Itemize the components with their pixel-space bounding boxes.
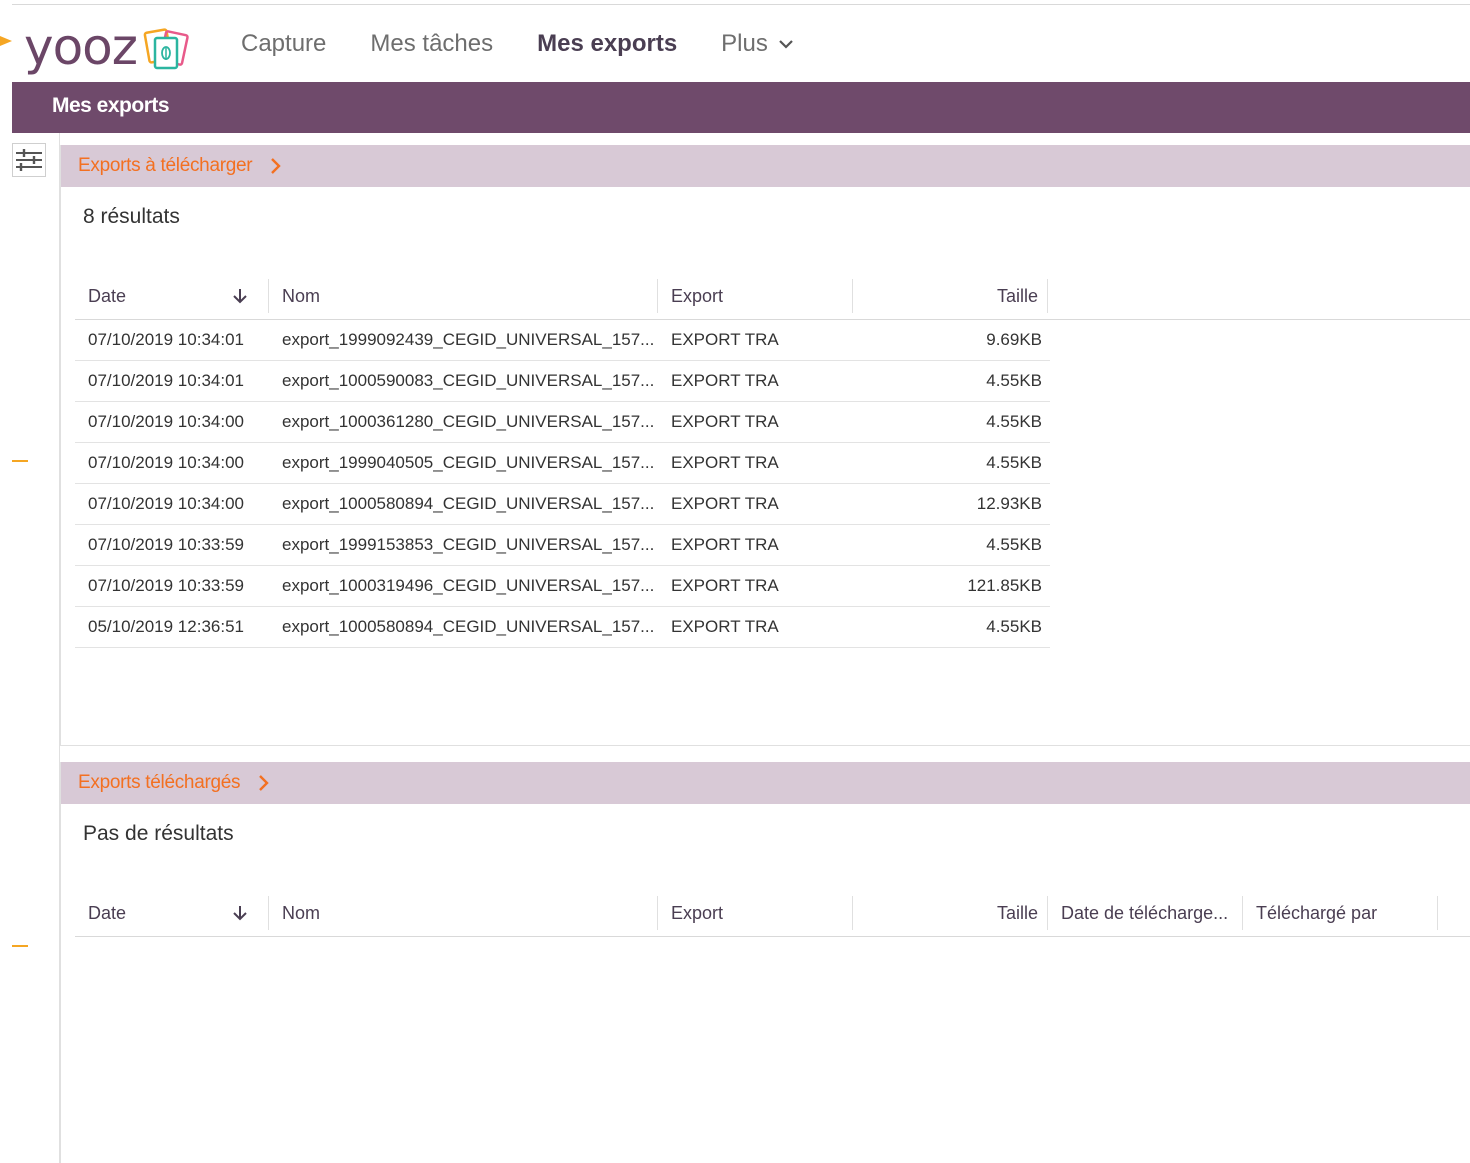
cell-export: EXPORT TRA: [671, 330, 779, 349]
left-rail: [12, 133, 60, 1163]
column-export[interactable]: Export: [658, 895, 853, 930]
top-divider: [12, 4, 1470, 5]
table-header: Date Nom Export Taille: [75, 272, 1470, 320]
nav-plus-label: Plus: [721, 30, 768, 57]
column-taille[interactable]: Taille: [853, 278, 1048, 313]
column-nom[interactable]: Nom: [269, 278, 658, 313]
side-marker: [12, 460, 28, 462]
cell-date: 07/10/2019 10:34:00: [88, 412, 244, 431]
cell-nom: export_1000580894_CEGID_UNIVERSAL_157...: [282, 617, 655, 636]
table-row[interactable]: 07/10/2019 10:34:00 export_1999040505_CEG…: [75, 443, 1050, 484]
main-nav: Capture Mes tâches Mes exports Plus: [241, 30, 838, 58]
section-title: Exports téléchargés: [78, 772, 241, 793]
exports-downloaded-section: Exports téléchargés Pas de résultats Dat…: [60, 762, 1470, 1163]
exports-downloaded-header[interactable]: Exports téléchargés: [61, 762, 1470, 804]
cell-taille: 4.55KB: [986, 412, 1042, 431]
cell-export: EXPORT TRA: [671, 453, 779, 472]
pointer-marker: [0, 36, 12, 46]
chevron-down-icon: [779, 40, 793, 49]
section-title: Exports à télécharger: [78, 155, 253, 176]
column-label: Date: [88, 285, 127, 306]
table-row[interactable]: 07/10/2019 10:33:59 export_1999153853_CEG…: [75, 525, 1050, 566]
exports-to-download-table: Date Nom Export Taille 07/10/2019 10:34:…: [75, 272, 1470, 648]
cell-nom: export_1999092439_CEGID_UNIVERSAL_157...: [282, 330, 655, 349]
logo-text: yooz: [24, 18, 138, 76]
column-label: Date: [88, 902, 127, 923]
chevron-right-icon: [271, 158, 281, 174]
cell-nom: export_1000319496_CEGID_UNIVERSAL_157...: [282, 576, 655, 595]
page-header: Mes exports: [12, 82, 1470, 133]
side-marker: [12, 945, 28, 947]
yooz-logo[interactable]: yooz: [24, 20, 189, 80]
page-title: Mes exports: [52, 94, 170, 117]
cell-taille: 4.55KB: [986, 617, 1042, 636]
cell-export: EXPORT TRA: [671, 371, 779, 390]
cell-taille: 4.55KB: [986, 371, 1042, 390]
filter-button[interactable]: [12, 143, 46, 177]
table-row[interactable]: 07/10/2019 10:34:01 export_1000590083_CEG…: [75, 361, 1050, 402]
table-header: Date Nom Export Taille Date de télécharg…: [75, 889, 1470, 937]
column-export[interactable]: Export: [658, 278, 853, 313]
cell-date: 07/10/2019 10:34:00: [88, 453, 244, 472]
cell-date: 07/10/2019 10:33:59: [88, 576, 244, 595]
table-row[interactable]: 07/10/2019 10:34:01 export_1999092439_CEG…: [75, 320, 1050, 361]
cell-taille: 121.85KB: [967, 576, 1042, 595]
cell-nom: export_1999153853_CEGID_UNIVERSAL_157...: [282, 535, 655, 554]
cell-taille: 12.93KB: [976, 494, 1042, 513]
cell-date: 07/10/2019 10:33:59: [88, 535, 244, 554]
nav-capture[interactable]: Capture: [241, 30, 326, 58]
arrow-down-icon[interactable]: [232, 287, 248, 305]
cell-date: 07/10/2019 10:34:01: [88, 371, 244, 390]
cell-taille: 4.55KB: [986, 453, 1042, 472]
cell-date: 07/10/2019 10:34:01: [88, 330, 244, 349]
table-row[interactable]: 07/10/2019 10:34:00 export_1000361280_CEG…: [75, 402, 1050, 443]
nav-plus-menu[interactable]: Plus: [721, 30, 794, 58]
column-download-date[interactable]: Date de télécharge...: [1048, 895, 1243, 930]
exports-downloaded-table: Date Nom Export Taille Date de télécharg…: [75, 889, 1470, 937]
nav-mes-exports[interactable]: Mes exports: [537, 30, 677, 58]
cell-export: EXPORT TRA: [671, 412, 779, 431]
cell-nom: export_1000590083_CEGID_UNIVERSAL_157...: [282, 371, 655, 390]
arrow-down-icon[interactable]: [232, 904, 248, 922]
cell-export: EXPORT TRA: [671, 535, 779, 554]
column-downloaded-by[interactable]: Téléchargé par: [1243, 895, 1438, 930]
cell-taille: 9.69KB: [986, 330, 1042, 349]
column-date[interactable]: Date: [75, 895, 269, 930]
cell-date: 05/10/2019 12:36:51: [88, 617, 244, 636]
table-row[interactable]: 07/10/2019 10:33:59 export_1000319496_CEG…: [75, 566, 1050, 607]
cell-nom: export_1000361280_CEGID_UNIVERSAL_157...: [282, 412, 655, 431]
cell-date: 07/10/2019 10:34:00: [88, 494, 244, 513]
cell-export: EXPORT TRA: [671, 576, 779, 595]
cell-taille: 4.55KB: [986, 535, 1042, 554]
column-nom[interactable]: Nom: [269, 895, 658, 930]
column-date[interactable]: Date: [75, 278, 269, 313]
result-count: 8 résultats: [83, 205, 180, 228]
table-body: 07/10/2019 10:34:01 export_1999092439_CEG…: [75, 320, 1470, 648]
cell-nom: export_1000580894_CEGID_UNIVERSAL_157...: [282, 494, 655, 513]
exports-to-download-section: Exports à télécharger 8 résultats Date N…: [60, 145, 1470, 746]
table-row[interactable]: 07/10/2019 10:34:00 export_1000580894_CEG…: [75, 484, 1050, 525]
sliders-icon: [16, 149, 42, 171]
chevron-right-icon: [259, 775, 269, 791]
cell-nom: export_1999040505_CEGID_UNIVERSAL_157...: [282, 453, 655, 472]
nav-mes-taches[interactable]: Mes tâches: [370, 30, 493, 58]
result-count: Pas de résultats: [83, 822, 234, 845]
exports-to-download-header[interactable]: Exports à télécharger: [61, 145, 1470, 187]
column-taille[interactable]: Taille: [853, 895, 1048, 930]
table-row[interactable]: 05/10/2019 12:36:51 export_1000580894_CEG…: [75, 607, 1050, 648]
cell-export: EXPORT TRA: [671, 617, 779, 636]
cell-export: EXPORT TRA: [671, 494, 779, 513]
logo-cards-icon: [143, 28, 189, 74]
